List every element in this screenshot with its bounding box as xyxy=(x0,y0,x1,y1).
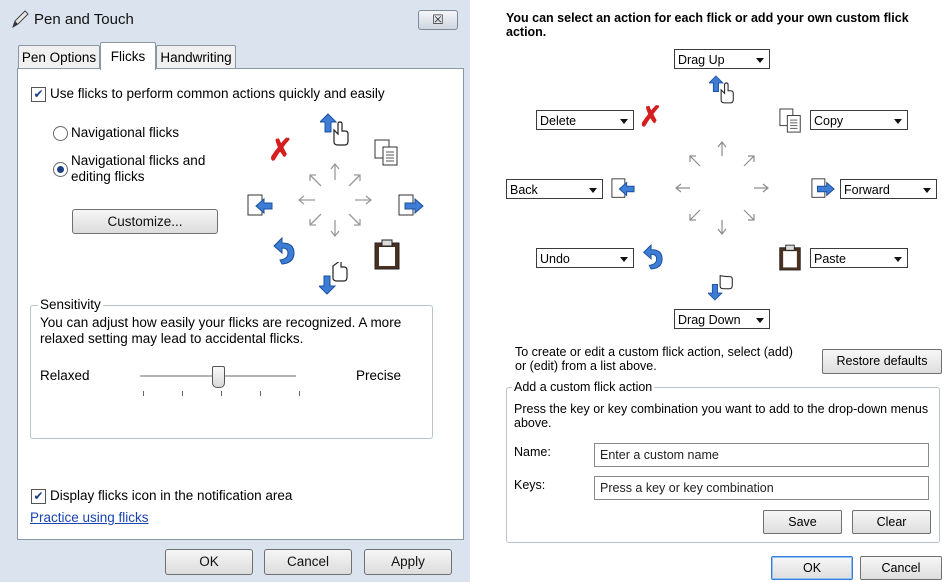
keys-field[interactable]: Press a key or key combination xyxy=(594,476,929,500)
relaxed-label: Relaxed xyxy=(40,368,90,383)
drag-up-dropdown[interactable]: Drag Up xyxy=(674,49,770,69)
navigational-editing-label-2: editing flicks xyxy=(71,169,145,184)
undo-value: Undo xyxy=(540,252,570,266)
forward-value: Forward xyxy=(844,183,890,197)
sensitivity-desc-2: relaxed setting may lead to accidental f… xyxy=(40,331,304,346)
add-custom-desc-1: Press the key or key combination you wan… xyxy=(514,402,929,416)
tab-pen-options[interactable]: Pen Options xyxy=(18,45,100,69)
clear-button[interactable]: Clear xyxy=(852,510,931,534)
back-value: Back xyxy=(510,183,538,197)
forward-icon xyxy=(810,177,836,204)
flicks-diagram xyxy=(668,136,778,242)
header-line-2: action. xyxy=(506,25,547,39)
close-icon: ☒ xyxy=(432,12,444,27)
drag-up-icon xyxy=(707,74,735,107)
ok-button[interactable]: OK xyxy=(165,549,253,575)
pen-and-touch-dialog: Pen and Touch ☒ Pen Options Flicks Handw… xyxy=(0,0,470,582)
back-icon xyxy=(610,177,636,204)
delete-icon: ✗ xyxy=(639,101,663,132)
navigational-flicks-radio[interactable] xyxy=(53,126,68,141)
delete-value: Delete xyxy=(540,114,577,128)
pen-icon xyxy=(10,9,30,32)
restore-defaults-button[interactable]: Restore defaults xyxy=(822,349,942,374)
forward-dropdown[interactable]: Forward xyxy=(840,179,937,199)
paste-icon xyxy=(373,239,401,274)
name-field[interactable]: Enter a custom name xyxy=(594,443,929,467)
add-custom-legend: Add a custom flick action xyxy=(512,380,655,394)
header-line-1: You can select an action for each flick … xyxy=(506,11,909,25)
undo-dropdown[interactable]: Undo xyxy=(536,248,634,268)
copy-dropdown[interactable]: Copy xyxy=(810,110,908,130)
close-button[interactable]: ☒ xyxy=(418,10,458,30)
chevron-down-icon xyxy=(620,257,628,262)
tab-handwriting[interactable]: Handwriting xyxy=(156,45,236,69)
drag-down-dropdown[interactable]: Drag Down xyxy=(674,309,770,329)
chevron-down-icon xyxy=(756,58,764,63)
copy-value: Copy xyxy=(814,114,844,128)
drag-up-value: Drag Up xyxy=(678,53,725,67)
copy-icon xyxy=(779,108,803,137)
apply-button[interactable]: Apply xyxy=(364,549,452,575)
tab-flicks[interactable]: Flicks xyxy=(100,42,156,70)
drag-up-icon xyxy=(318,112,350,149)
slider-tick xyxy=(143,391,144,396)
ok-button[interactable]: OK xyxy=(771,556,853,580)
cancel-button[interactable]: Cancel xyxy=(264,549,352,575)
slider-tick xyxy=(260,391,261,396)
back-icon xyxy=(246,193,274,222)
chevron-down-icon xyxy=(589,188,597,193)
display-flicks-icon-checkbox[interactable]: ✔ xyxy=(31,489,46,504)
forward-icon xyxy=(397,193,425,222)
custom-hint-1: To create or edit a custom flick action,… xyxy=(515,345,793,359)
delete-dropdown[interactable]: Delete xyxy=(536,110,634,130)
practice-link[interactable]: Practice using flicks xyxy=(30,510,149,525)
use-flicks-label: Use flicks to perform common actions qui… xyxy=(50,86,385,101)
precise-label: Precise xyxy=(356,368,402,383)
slider-tick xyxy=(221,391,222,396)
chevron-down-icon xyxy=(894,257,902,262)
chevron-down-icon xyxy=(620,119,628,124)
back-dropdown[interactable]: Back xyxy=(506,179,603,199)
custom-hint-2: or (edit) from a list above. xyxy=(515,359,657,373)
save-button[interactable]: Save xyxy=(763,510,842,534)
drag-down-value: Drag Down xyxy=(678,313,741,327)
slider-tick xyxy=(182,391,183,396)
paste-dropdown[interactable]: Paste xyxy=(810,248,908,268)
sensitivity-desc-1: You can adjust how easily your flicks ar… xyxy=(40,315,402,330)
sensitivity-slider-thumb[interactable] xyxy=(212,366,225,388)
drag-down-icon xyxy=(317,258,349,299)
display-flicks-icon-label: Display flicks icon in the notification … xyxy=(50,488,293,503)
title-bar: Pen and Touch ☒ xyxy=(0,0,470,40)
copy-icon xyxy=(374,139,400,170)
cancel-button[interactable]: Cancel xyxy=(860,556,942,580)
navigational-flicks-label: Navigational flicks xyxy=(71,125,180,140)
add-custom-desc-2: above. xyxy=(514,416,552,430)
chevron-down-icon xyxy=(894,119,902,124)
keys-label: Keys: xyxy=(514,478,546,492)
paste-value: Paste xyxy=(814,252,846,266)
navigational-editing-label-1: Navigational flicks and xyxy=(71,153,206,168)
name-label: Name: xyxy=(514,445,551,459)
navigational-editing-flicks-radio[interactable] xyxy=(53,162,68,177)
delete-icon: ✗ xyxy=(268,134,294,167)
paste-icon xyxy=(778,244,802,275)
slider-ticks xyxy=(140,391,300,397)
chevron-down-icon xyxy=(756,318,764,323)
drag-down-icon xyxy=(706,272,734,305)
undo-icon xyxy=(640,243,664,274)
window-title: Pen and Touch xyxy=(34,11,134,28)
undo-icon xyxy=(270,236,296,269)
customize-flicks-dialog: You can select an action for each flick … xyxy=(490,0,942,582)
use-flicks-checkbox[interactable]: ✔ xyxy=(31,87,46,102)
customize-button[interactable]: Customize... xyxy=(72,209,218,234)
slider-tick xyxy=(299,391,300,396)
chevron-down-icon xyxy=(923,188,931,193)
sensitivity-legend: Sensitivity xyxy=(38,297,103,312)
